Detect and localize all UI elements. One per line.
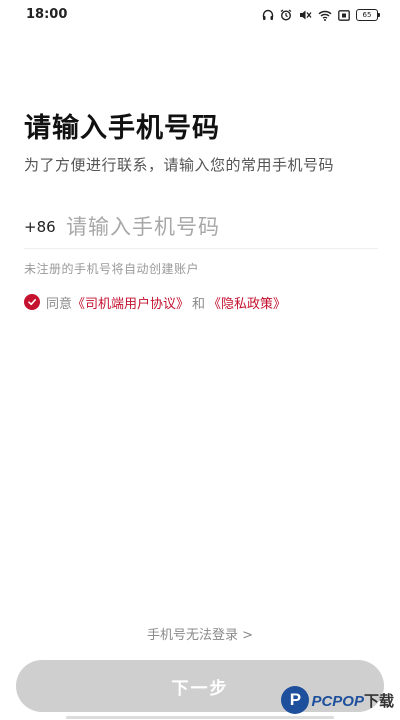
phone-input[interactable] <box>66 210 366 244</box>
battery-icon: 65 <box>356 9 380 21</box>
agree-and: 和 <box>192 296 206 312</box>
auto-register-hint: 未注册的手机号将自动创建账户 <box>24 262 200 276</box>
mute-icon <box>300 10 312 20</box>
agreement-row: 同意 《司机端用户协议》 和 《隐私政策》 <box>24 292 286 312</box>
headphones-icon <box>262 9 274 20</box>
agree-checkbox[interactable] <box>24 294 40 310</box>
page-title: 请输入手机号码 <box>24 113 220 144</box>
home-indicator <box>66 716 334 719</box>
watermark-logo-icon: P <box>281 686 310 714</box>
wifi-icon <box>318 10 332 21</box>
watermark: P PCPOP下载 <box>281 683 394 717</box>
status-icons: 65 <box>262 8 380 22</box>
sim-icon <box>338 9 350 21</box>
status-time: 18:00 <box>26 7 68 22</box>
alarm-icon <box>280 9 292 21</box>
country-code-selector[interactable]: +86 <box>24 218 56 236</box>
privacy-policy-link[interactable]: 《隐私政策》 <box>208 293 286 312</box>
watermark-text: PCPOP下载 <box>311 692 394 710</box>
check-icon <box>28 299 36 306</box>
agree-prefix: 同意 <box>46 296 73 312</box>
status-bar: 18:00 65 <box>0 0 400 30</box>
user-agreement-link[interactable]: 《司机端用户协议》 <box>72 293 189 312</box>
cant-login-link[interactable]: 手机号无法登录 > <box>0 624 400 643</box>
page-subtitle: 为了方便进行联系，请输入您的常用手机号码 <box>24 156 335 174</box>
phone-input-row: +86 <box>24 210 378 249</box>
